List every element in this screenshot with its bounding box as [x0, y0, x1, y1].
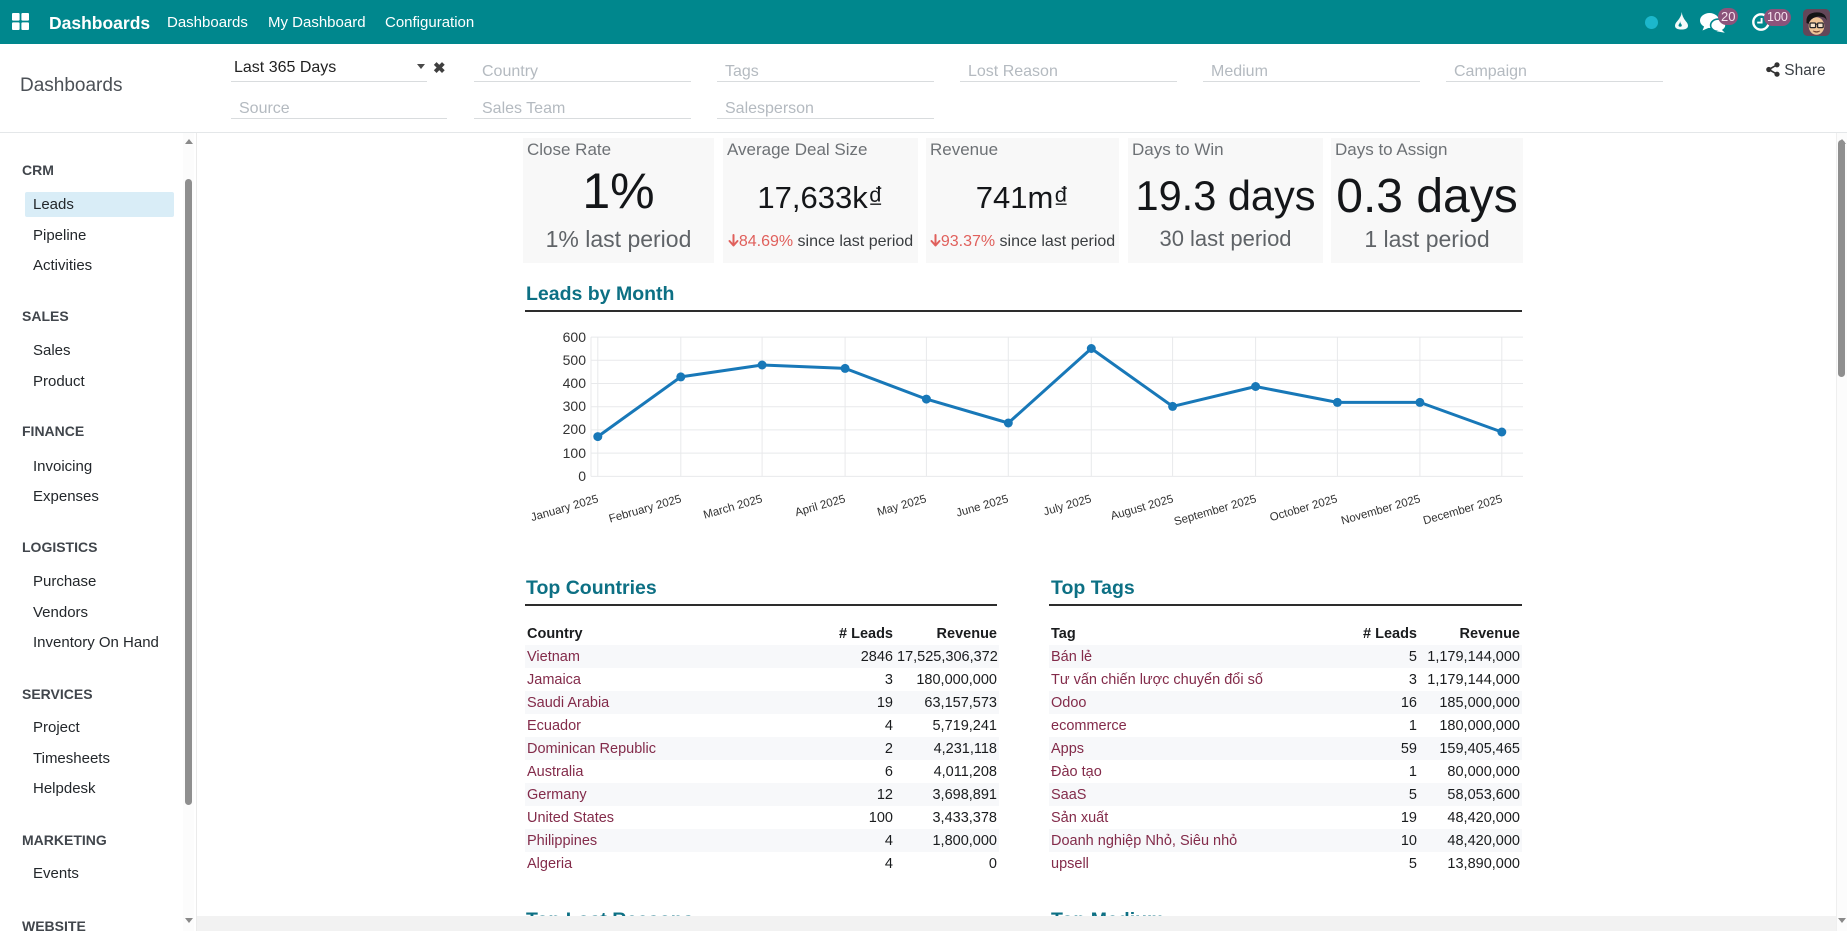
svg-text:April 2025: April 2025 — [794, 493, 847, 519]
svg-text:200: 200 — [563, 421, 587, 437]
svg-text:400: 400 — [563, 375, 587, 391]
svg-text:300: 300 — [563, 398, 587, 414]
svg-text:November 2025: November 2025 — [1340, 493, 1422, 527]
svg-text:June 2025: June 2025 — [955, 493, 1010, 519]
svg-text:July 2025: July 2025 — [1042, 493, 1093, 518]
svg-text:February 2025: February 2025 — [608, 493, 683, 525]
svg-text:October 2025: October 2025 — [1269, 493, 1339, 524]
svg-text:August 2025: August 2025 — [1109, 493, 1174, 522]
svg-text:January 2025: January 2025 — [530, 493, 600, 524]
svg-text:500: 500 — [563, 352, 587, 368]
svg-text:May 2025: May 2025 — [876, 493, 928, 518]
svg-text:September 2025: September 2025 — [1173, 493, 1258, 528]
svg-text:March 2025: March 2025 — [702, 493, 764, 521]
svg-text:600: 600 — [563, 329, 587, 345]
svg-text:100: 100 — [563, 445, 587, 461]
svg-text:December 2025: December 2025 — [1422, 493, 1504, 527]
svg-text:0: 0 — [578, 468, 586, 484]
